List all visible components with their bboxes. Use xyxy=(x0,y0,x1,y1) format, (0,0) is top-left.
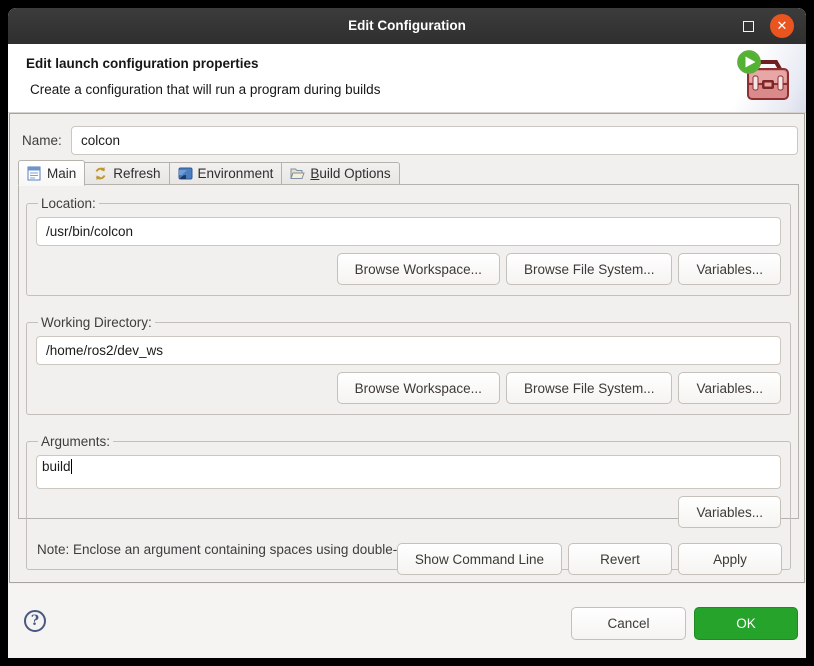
close-icon: ✕ xyxy=(777,18,788,33)
name-label: Name: xyxy=(22,127,62,155)
header-title: Edit launch configuration properties xyxy=(26,56,259,71)
tab-main-label: Main xyxy=(47,166,76,181)
tab-build-options[interactable]: Build Options xyxy=(282,162,399,185)
working-directory-input[interactable] xyxy=(36,336,781,365)
external-tools-toolbox-icon xyxy=(736,50,794,111)
tab-refresh[interactable]: Refresh xyxy=(85,162,169,185)
refresh-icon xyxy=(93,166,108,181)
name-input[interactable] xyxy=(71,126,798,155)
arguments-value: build xyxy=(42,459,71,474)
location-input[interactable] xyxy=(36,217,781,246)
location-browse-filesystem-button[interactable]: Browse File System... xyxy=(506,253,673,285)
ok-button[interactable]: OK xyxy=(694,607,798,640)
titlebar[interactable]: Edit Configuration ✕ xyxy=(8,8,806,44)
tab-content-main: Location: Browse Workspace... Browse Fil… xyxy=(18,184,799,519)
close-button[interactable]: ✕ xyxy=(770,14,794,38)
show-command-line-button[interactable]: Show Command Line xyxy=(397,543,562,575)
form-page-icon xyxy=(27,166,42,181)
working-directory-group: Working Directory: Browse Workspace... B… xyxy=(26,315,791,415)
open-folder-icon xyxy=(290,166,305,181)
edit-configuration-dialog: Edit Configuration ✕ Edit launch configu… xyxy=(8,8,806,658)
cancel-button[interactable]: Cancel xyxy=(571,607,686,640)
window-title: Edit Configuration xyxy=(8,8,806,44)
working-directory-group-label: Working Directory: xyxy=(38,315,155,330)
arguments-variables-button[interactable]: Variables... xyxy=(678,496,781,528)
apply-button[interactable]: Apply xyxy=(678,543,782,575)
revert-button[interactable]: Revert xyxy=(568,543,672,575)
location-group-label: Location: xyxy=(38,196,99,211)
location-group: Location: Browse Workspace... Browse Fil… xyxy=(26,196,791,296)
tab-environment-label: Environment xyxy=(198,166,274,181)
arguments-textarea[interactable]: build xyxy=(36,455,781,489)
location-variables-button[interactable]: Variables... xyxy=(678,253,781,285)
text-caret xyxy=(71,459,72,474)
screen: Edit Configuration ✕ Edit launch configu… xyxy=(0,0,814,666)
maximize-button[interactable] xyxy=(743,21,754,32)
working-directory-variables-button[interactable]: Variables... xyxy=(678,372,781,404)
help-button[interactable]: ? xyxy=(24,610,46,632)
tab-refresh-label: Refresh xyxy=(113,166,160,181)
question-mark-icon: ? xyxy=(31,613,39,629)
working-directory-browse-workspace-button[interactable]: Browse Workspace... xyxy=(337,372,500,404)
environment-icon xyxy=(178,166,193,181)
tab-main[interactable]: Main xyxy=(18,160,85,186)
dialog-action-row: Show Command Line Revert Apply xyxy=(397,543,782,575)
working-directory-browse-filesystem-button[interactable]: Browse File System... xyxy=(506,372,673,404)
header-subtitle: Create a configuration that will run a p… xyxy=(30,82,380,97)
tab-bar: Main Refresh xyxy=(18,159,400,185)
tab-build-options-label: Build Options xyxy=(310,166,390,181)
tab-environment[interactable]: Environment xyxy=(170,162,283,185)
configuration-panel: Name: Main xyxy=(9,113,805,583)
dialog-header: Edit launch configuration properties Cre… xyxy=(8,44,806,113)
location-browse-workspace-button[interactable]: Browse Workspace... xyxy=(337,253,500,285)
dialog-footer: ? Cancel OK xyxy=(8,584,806,658)
arguments-group-label: Arguments: xyxy=(38,434,113,449)
